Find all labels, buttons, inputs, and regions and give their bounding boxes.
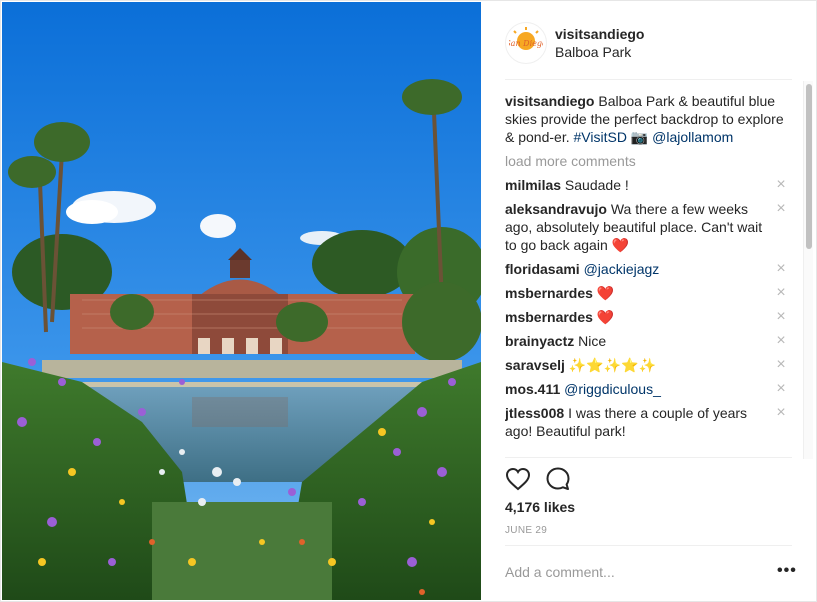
delete-comment-icon[interactable]: × (775, 332, 787, 350)
comment-username[interactable]: jtless008 (505, 405, 564, 421)
delete-comment-icon[interactable]: × (775, 404, 787, 422)
heart-emoji-icon: ❤️ (596, 285, 615, 301)
more-options-icon[interactable]: ••• (777, 563, 797, 579)
comment-bubble-icon (546, 467, 570, 490)
comment-mention[interactable]: @jackiejagz (584, 261, 660, 277)
san-diego-logo-icon: San Diego (509, 27, 543, 50)
scrollbar-thumb[interactable] (806, 84, 812, 249)
comment-text: Nice (578, 333, 607, 349)
comment-item: mos.411 @riggdiculous_ × (505, 380, 795, 398)
header-divider (505, 79, 792, 80)
comment-text: Saudade ! (564, 177, 629, 193)
comment-item: msbernardes ❤️ × (505, 284, 795, 302)
like-button[interactable] (505, 466, 531, 492)
comment-username[interactable]: brainyactz (505, 333, 574, 349)
post-photo[interactable] (2, 2, 481, 600)
likes-count[interactable]: 4,176 likes (505, 499, 575, 515)
header-location[interactable]: Balboa Park (555, 43, 644, 61)
instagram-post: San Diego visitsandiego Balboa Park visi… (0, 0, 817, 602)
load-more-comments-button[interactable]: load more comments (505, 152, 795, 170)
actions-divider (505, 457, 792, 458)
comment-username[interactable]: mos.411 (505, 381, 560, 397)
avatar-logo-text: San Diego (509, 39, 543, 48)
comment-username[interactable]: floridasami (505, 261, 580, 277)
post-date[interactable]: JUNE 29 (505, 525, 547, 536)
comment-item: aleksandravujo Wa there a few weeks ago,… (505, 200, 795, 254)
comment-item: milmilas Saudade ! × (505, 176, 795, 194)
comment-item: brainyactz Nice × (505, 332, 795, 350)
comments-list: visitsandiego Balboa Park & beautiful bl… (505, 89, 795, 457)
heart-emoji-icon: ❤️ (596, 309, 615, 325)
comment-username[interactable]: msbernardes (505, 309, 593, 325)
post-sidebar: San Diego visitsandiego Balboa Park visi… (481, 1, 817, 601)
delete-comment-icon[interactable]: × (775, 380, 787, 398)
avatar[interactable]: San Diego (505, 22, 547, 64)
comments-scrollbar[interactable] (803, 81, 813, 459)
camera-emoji-icon: 📷 (630, 129, 649, 145)
delete-comment-icon[interactable]: × (775, 284, 787, 302)
comment-button[interactable] (545, 466, 571, 492)
post-header: San Diego visitsandiego Balboa Park (505, 19, 795, 67)
comment-box-divider (505, 545, 792, 546)
comment-item: msbernardes ❤️ × (505, 308, 795, 326)
header-text: visitsandiego Balboa Park (555, 25, 644, 61)
add-comment-input[interactable] (505, 560, 745, 584)
comment-username[interactable]: aleksandravujo (505, 201, 607, 217)
header-username[interactable]: visitsandiego (555, 25, 644, 43)
comment-username[interactable]: saravselj (505, 357, 565, 373)
caption-mention[interactable]: @lajollamom (652, 129, 733, 145)
delete-comment-icon[interactable]: × (775, 200, 787, 218)
delete-comment-icon[interactable]: × (775, 260, 787, 278)
post-actions (505, 465, 585, 493)
comment-mention[interactable]: @riggdiculous_ (564, 381, 661, 397)
sparkle-star-emoji-icon: ✨⭐✨⭐✨ (568, 357, 657, 373)
comment-item: floridasami @jackiejagz × (505, 260, 795, 278)
delete-comment-icon[interactable]: × (775, 308, 787, 326)
like-heart-icon (505, 467, 531, 491)
comment-username[interactable]: milmilas (505, 177, 561, 193)
caption-hashtag[interactable]: #VisitSD (574, 129, 627, 145)
delete-comment-icon[interactable]: × (775, 176, 787, 194)
comment-item: jtless008 I was there a couple of years … (505, 404, 795, 440)
delete-comment-icon[interactable]: × (775, 356, 787, 374)
comment-username[interactable]: msbernardes (505, 285, 593, 301)
comment-item: saravselj ✨⭐✨⭐✨ × (505, 356, 795, 374)
caption-username[interactable]: visitsandiego (505, 93, 594, 109)
post-caption: visitsandiego Balboa Park & beautiful bl… (505, 89, 795, 146)
photo-balboa-park (2, 2, 481, 600)
heart-emoji-icon: ❤️ (611, 237, 630, 253)
